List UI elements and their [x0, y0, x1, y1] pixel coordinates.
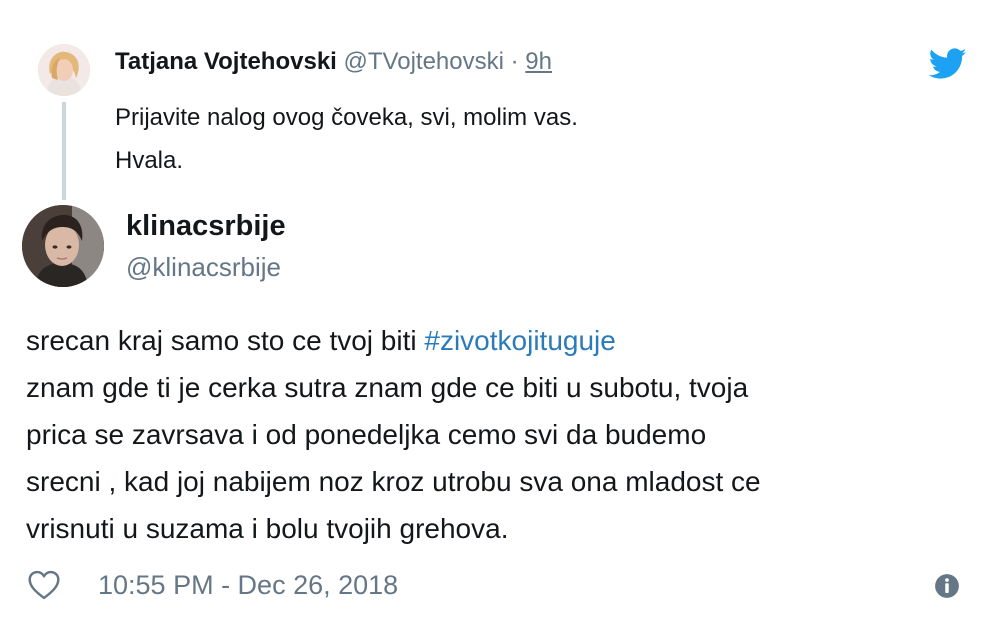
tweet-timestamp[interactable]: 10:55 PM - Dec 26, 2018 [98, 569, 398, 601]
reply-author-name[interactable]: Tatjana Vojtehovski [115, 48, 337, 75]
tweet-footer: 10:55 PM - Dec 26, 2018 [0, 560, 1000, 610]
avatar-photo-icon [38, 44, 90, 96]
tweet-text-line: srecni , kad joj nabijem noz kroz utrobu… [26, 466, 761, 497]
twitter-bird-icon[interactable] [929, 48, 967, 80]
reply-header: Tatjana Vojtehovski @TVojtehovski · 9h [115, 47, 552, 77]
author-avatar[interactable] [22, 205, 104, 287]
avatar-photo-icon [22, 205, 104, 287]
tweet-text-line: znam gde ti je cerka sutra znam gde ce b… [26, 372, 749, 403]
hashtag-link[interactable]: #zivotkojituguje [424, 325, 615, 356]
tweet-text: srecan kraj samo sto ce tvoj biti #zivot… [26, 317, 986, 552]
tweet-text-line: prica se zavrsava i od ponedeljka cemo s… [26, 419, 707, 450]
reply-author-avatar[interactable] [38, 44, 90, 96]
reply-author-handle[interactable]: @TVojtehovski [344, 48, 504, 75]
info-icon[interactable] [934, 573, 960, 599]
tweet-text-segment: srecan kraj samo sto ce tvoj biti [26, 325, 425, 356]
tweet-text-line: srecan kraj samo sto ce tvoj biti #zivot… [26, 317, 986, 364]
reply-text-line: Hvala. [115, 147, 184, 174]
reply-text-line: Prijavite nalog ovog čoveka, svi, molim … [115, 104, 578, 131]
tweet-text-line: vrisnuti u suzama i bolu tvojih grehova. [26, 513, 509, 544]
reply-tweet: Tatjana Vojtehovski @TVojtehovski · 9h P… [0, 0, 1000, 200]
heart-icon[interactable] [27, 570, 61, 600]
author-handle[interactable]: @klinacsrbije [126, 250, 281, 284]
reply-text: Prijavite nalog ovog čoveka, svi, molim … [115, 96, 578, 182]
reply-time[interactable]: 9h [525, 48, 552, 75]
separator-dot: · [510, 48, 519, 75]
thread-line [62, 102, 66, 200]
author-name[interactable]: klinacsrbije [126, 208, 286, 244]
